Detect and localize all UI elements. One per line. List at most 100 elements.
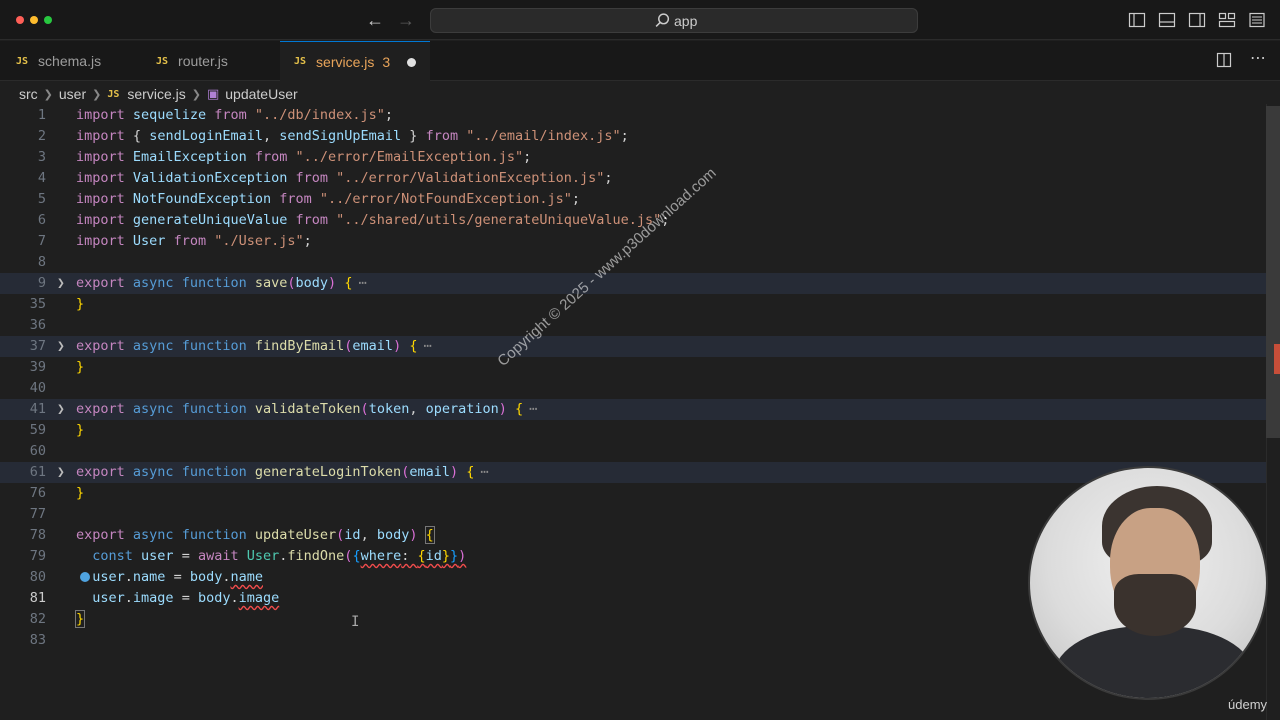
code-line[interactable]: 59 }: [0, 420, 1266, 441]
breadcrumb-item-user[interactable]: user: [59, 86, 86, 102]
identifier: token: [368, 401, 410, 417]
breadcrumb-item-src[interactable]: src: [19, 86, 38, 102]
presenter-beard: [1114, 574, 1196, 636]
code-line[interactable]: 6 import generateUniqueValue from "../sh…: [0, 210, 1266, 231]
function-name: findOne: [287, 548, 345, 564]
punctuation: ): [393, 338, 402, 354]
punctuation: }: [401, 128, 418, 144]
chevron-right-icon: ❯: [43, 88, 53, 101]
udemy-logo: údemy: [1228, 697, 1268, 712]
split-editor-icon[interactable]: [1216, 52, 1232, 68]
identifier: ValidationException: [132, 170, 288, 186]
customize-layout-icon[interactable]: [1218, 11, 1236, 29]
code-line[interactable]: 2 import { sendLoginEmail, sendSignUpEma…: [0, 126, 1266, 147]
code-line-folded[interactable]: 9 ❯ export async function save(body) {⋯: [0, 273, 1266, 294]
menu-icon[interactable]: [1248, 11, 1266, 29]
breadcrumb-item-function[interactable]: updateUser: [225, 86, 297, 102]
scrollbar-thumb[interactable]: [1266, 106, 1280, 438]
folded-ellipsis[interactable]: ⋯: [529, 401, 537, 417]
keyword: async: [132, 464, 174, 480]
punctuation: {: [466, 464, 475, 480]
toggle-primary-sidebar-icon[interactable]: [1128, 11, 1146, 29]
keyword: from: [279, 191, 312, 207]
keyword: async: [132, 527, 174, 543]
folded-ellipsis[interactable]: ⋯: [423, 338, 431, 354]
punctuation: }: [76, 359, 85, 375]
keyword: function: [181, 464, 247, 480]
identifier: body: [295, 275, 329, 291]
keyword: function: [181, 338, 247, 354]
folded-ellipsis[interactable]: ⋯: [480, 464, 488, 480]
toggle-secondary-sidebar-icon[interactable]: [1188, 11, 1206, 29]
keyword: function: [181, 401, 247, 417]
code-line[interactable]: 4 import ValidationException from "../er…: [0, 168, 1266, 189]
punctuation: }: [76, 485, 85, 501]
folded-ellipsis[interactable]: ⋯: [358, 275, 366, 291]
line-number: 40: [29, 380, 46, 396]
code-line[interactable]: 3 import EmailException from "../error/E…: [0, 147, 1266, 168]
line-number: 82: [29, 611, 46, 627]
code-line[interactable]: 35 }: [0, 294, 1266, 315]
unsaved-dot-icon[interactable]: [407, 58, 416, 67]
tab-service-js[interactable]: JS service.js 3: [280, 41, 430, 81]
line-number: 1: [37, 107, 46, 123]
punctuation: }: [76, 296, 85, 312]
breadcrumb: src ❯ user ❯ JS service.js ❯ ▣ updateUse…: [19, 85, 298, 103]
tab-schema-js[interactable]: JS schema.js: [16, 41, 140, 81]
code-line[interactable]: 1 import sequelize from "../db/index.js"…: [0, 105, 1266, 126]
fold-chevron-icon[interactable]: ❯: [57, 399, 65, 420]
code-line[interactable]: 40: [0, 378, 1266, 399]
maximize-window-button[interactable]: [44, 16, 52, 24]
keyword: import: [76, 191, 125, 207]
line-number: 83: [29, 632, 46, 648]
code-line[interactable]: 36: [0, 315, 1266, 336]
line-number: 6: [37, 212, 46, 228]
more-actions-icon[interactable]: ⋯: [1250, 51, 1266, 68]
fold-chevron-icon[interactable]: ❯: [57, 273, 65, 294]
chevron-right-icon: ❯: [191, 88, 201, 101]
code-line-folded[interactable]: 41 ❯ export async function validateToken…: [0, 399, 1266, 420]
punctuation: .: [230, 590, 239, 606]
code-line[interactable]: 5 import NotFoundException from "../erro…: [0, 189, 1266, 210]
class-name: User: [246, 548, 280, 564]
keyword: export: [76, 401, 125, 417]
code-line-folded[interactable]: 37 ❯ export async function findByEmail(e…: [0, 336, 1266, 357]
punctuation: ;: [303, 233, 312, 249]
error-overview-marker: [1274, 344, 1280, 374]
line-number: 39: [29, 359, 46, 375]
fold-chevron-icon[interactable]: ❯: [57, 336, 65, 357]
identifier: email: [409, 464, 450, 480]
breadcrumb-item-file[interactable]: service.js: [127, 86, 185, 102]
toggle-panel-icon[interactable]: [1158, 11, 1176, 29]
presenter-webcam: [1028, 466, 1268, 700]
code-line[interactable]: 39 }: [0, 357, 1266, 378]
punctuation: =: [165, 569, 190, 585]
identifier: sequelize: [132, 107, 207, 123]
code-line[interactable]: 60: [0, 441, 1266, 462]
identifier: email: [352, 338, 394, 354]
javascript-file-icon: JS: [156, 55, 169, 67]
go-forward-icon[interactable]: →: [397, 10, 415, 30]
fold-chevron-icon[interactable]: ❯: [57, 462, 65, 483]
search-text: app: [674, 13, 698, 29]
minimize-window-button[interactable]: [30, 16, 38, 24]
punctuation: ): [409, 527, 418, 543]
punctuation: ): [328, 275, 337, 291]
code-line-folded[interactable]: 61 ❯ export async function generateLogin…: [0, 462, 1266, 483]
string: "../error/ValidationException.js": [336, 170, 605, 186]
string: "../email/index.js": [466, 128, 621, 144]
identifier: user: [92, 569, 125, 585]
punctuation: ;: [384, 107, 394, 123]
close-window-button[interactable]: [16, 16, 24, 24]
string: "../error/NotFoundException.js": [319, 191, 572, 207]
identifier: NotFoundException: [132, 191, 272, 207]
title-bar: ← → app: [0, 0, 1280, 40]
line-number: 61: [29, 464, 46, 480]
javascript-file-icon: JS: [294, 56, 307, 67]
line-number: 36: [29, 317, 46, 333]
go-back-icon[interactable]: ←: [366, 10, 384, 30]
punctuation: ,: [360, 527, 377, 543]
tab-router-js[interactable]: JS router.js: [156, 41, 280, 81]
identifier: sendLoginEmail: [149, 128, 263, 144]
function-name: save: [254, 275, 288, 291]
